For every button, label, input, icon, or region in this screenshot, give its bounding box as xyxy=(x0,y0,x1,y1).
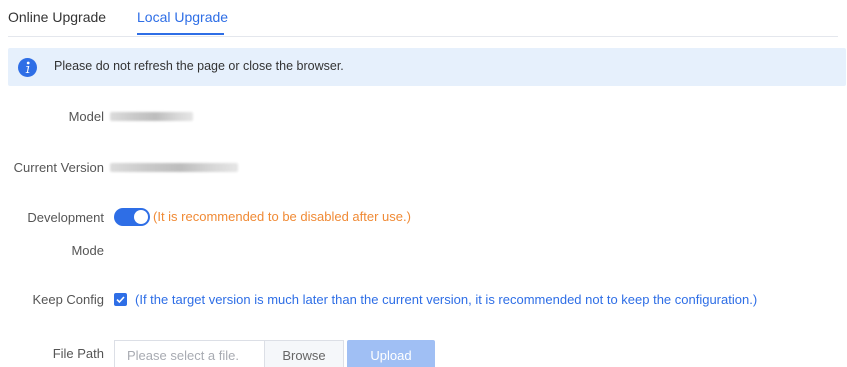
development-mode-label-line2: Mode xyxy=(71,243,104,258)
model-value-redacted xyxy=(110,112,193,121)
toggle-knob xyxy=(134,210,148,224)
file-path-label: File Path xyxy=(52,346,104,361)
keep-config-note: (If the target version is much later tha… xyxy=(135,292,758,307)
development-mode-toggle[interactable] xyxy=(114,208,150,226)
keep-config-label: Keep Config xyxy=(32,292,104,307)
browse-button[interactable]: Browse xyxy=(264,340,344,367)
development-mode-note: (It is recommended to be disabled after … xyxy=(153,209,411,224)
model-label: Model xyxy=(68,109,104,124)
keep-config-checkbox[interactable] xyxy=(114,293,127,306)
file-path-input[interactable] xyxy=(114,340,264,367)
active-tab-indicator xyxy=(137,33,224,35)
notice-bar: Please do not refresh the page or close … xyxy=(8,48,846,86)
notice-text: Please do not refresh the page or close … xyxy=(54,59,344,73)
upgrade-tabs: Online Upgrade Local Upgrade xyxy=(8,0,838,37)
info-icon xyxy=(18,58,37,77)
tab-local-upgrade[interactable]: Local Upgrade xyxy=(137,9,228,25)
current-version-value-redacted xyxy=(110,163,238,172)
upload-button[interactable]: Upload xyxy=(347,340,435,367)
check-icon xyxy=(116,296,125,304)
local-upgrade-page: Online Upgrade Local Upgrade Please do n… xyxy=(0,0,847,367)
development-mode-label-line1: Development xyxy=(27,210,104,225)
current-version-label: Current Version xyxy=(13,160,104,175)
tab-online-upgrade[interactable]: Online Upgrade xyxy=(8,9,106,25)
